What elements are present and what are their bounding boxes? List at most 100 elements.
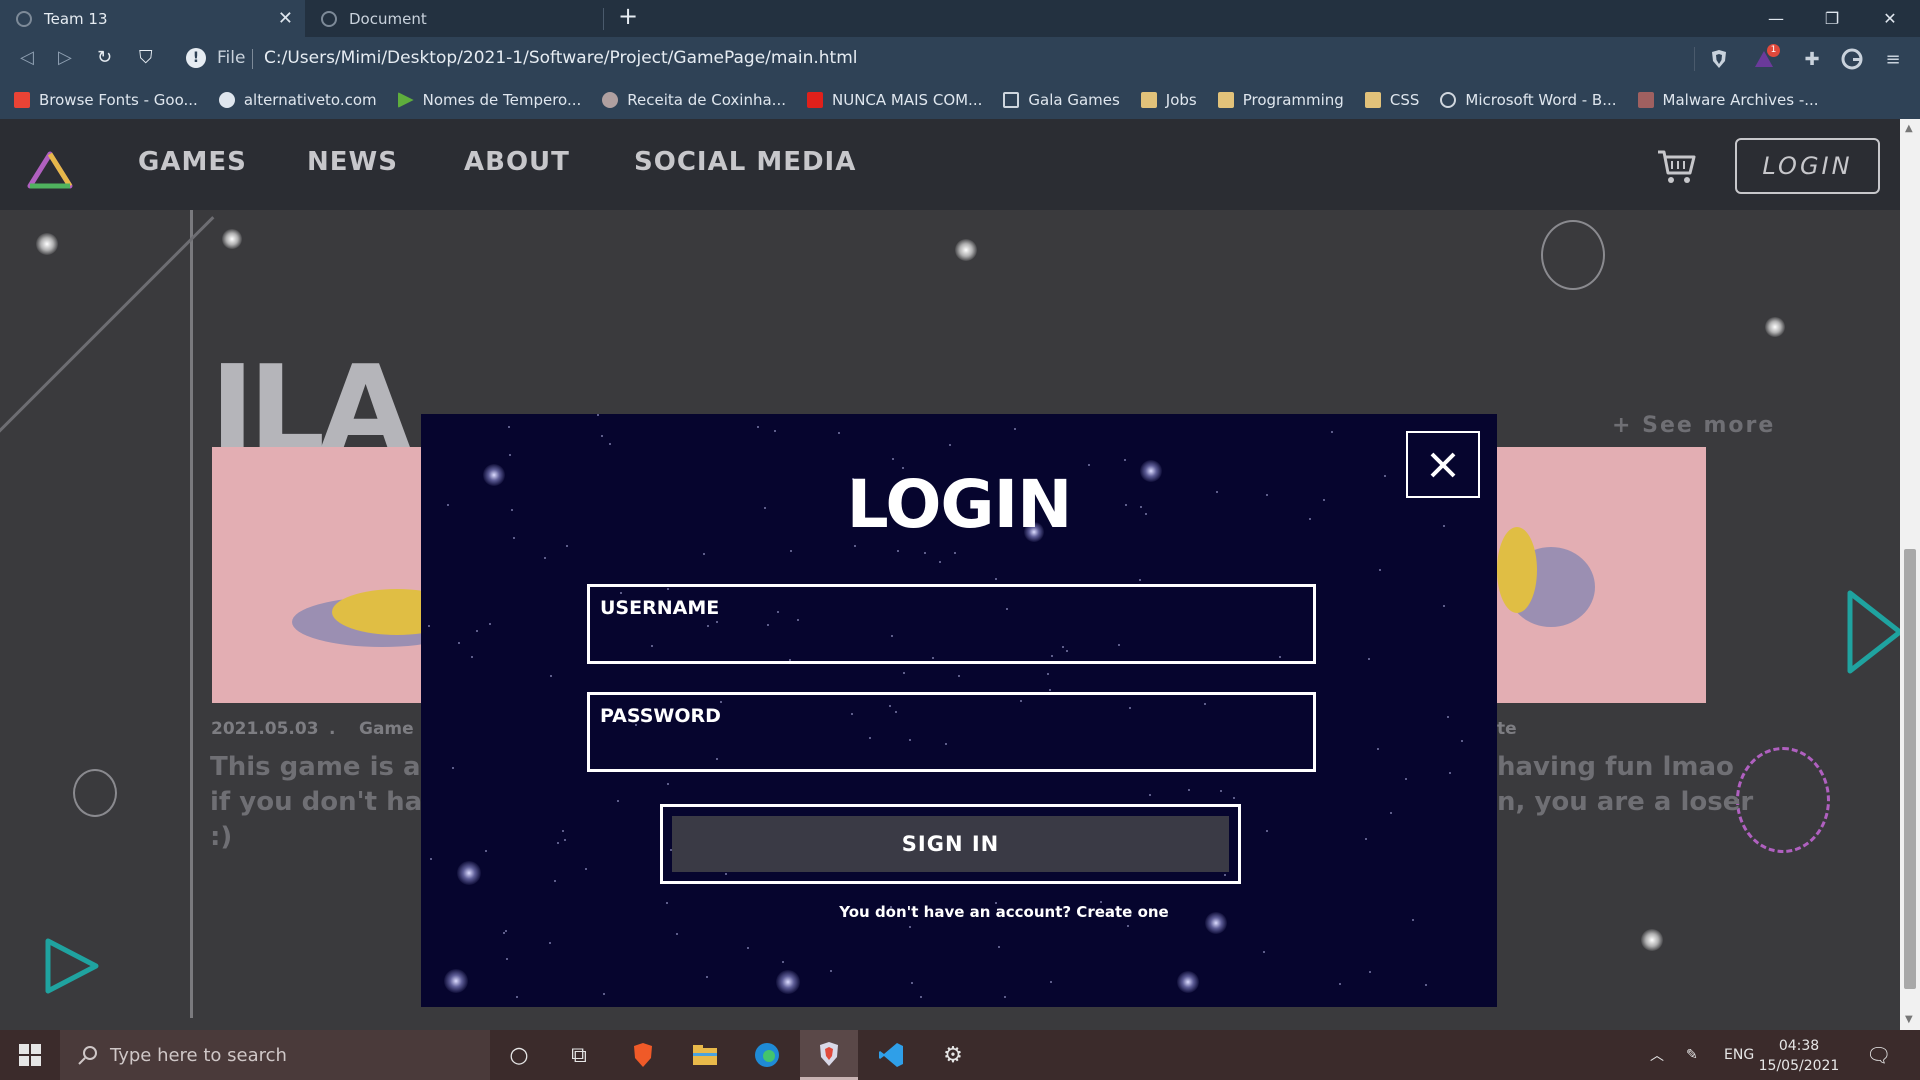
taskbar-search-input[interactable]: Type here to search [60,1030,490,1080]
scrollbar-thumb[interactable] [1904,549,1916,989]
star [830,970,832,972]
star-glow [444,969,468,993]
bookmark-item[interactable]: Microsoft Word - B... [1440,91,1617,109]
file-explorer-icon[interactable] [676,1030,734,1080]
tab-divider [603,8,604,30]
star [1425,984,1427,986]
see-more-link[interactable]: + See more [1612,413,1775,438]
forward-icon[interactable]: ▷ [58,47,72,68]
bookmark-folder[interactable]: CSS [1364,91,1420,109]
divider-line [190,210,193,1018]
news-card-image[interactable] [1497,447,1706,703]
bookmark-item[interactable]: Nomes de Tempero... [397,91,581,109]
star [503,932,505,934]
star [954,552,956,554]
create-account-link[interactable]: You don't have an account? Create one [421,903,1497,921]
notifications-icon[interactable]: 🗨 [1866,1030,1891,1080]
language-indicator[interactable]: ENG [1724,1030,1754,1080]
pen-icon[interactable]: ✎ [1686,1030,1698,1080]
star [998,946,1000,948]
grammarly-icon[interactable] [1839,46,1865,72]
address-input[interactable]: C:/Users/Mimi/Desktop/2021-1/Software/Pr… [264,48,858,68]
star [1124,459,1126,461]
news-card-image[interactable] [212,447,426,703]
bookmark-item[interactable]: Malware Archives -... [1637,91,1819,109]
alternativeto-icon [218,92,235,108]
close-tab-icon[interactable]: ✕ [278,8,293,29]
star [1390,812,1392,814]
bookmark-item[interactable]: alternativeto.com [218,91,377,109]
header-login-button[interactable]: LOGIN [1735,138,1880,194]
star [1220,790,1222,792]
nav-games[interactable]: GAMES [138,147,247,177]
username-field[interactable]: USERNAME [587,584,1316,664]
star [903,672,905,674]
star [1365,838,1367,840]
next-arrow-icon[interactable] [1846,589,1900,675]
bookmark-item[interactable]: Receita de Coxinha... [602,91,786,109]
page-scrollbar[interactable]: ▲ ▼ [1900,119,1920,1030]
windows-start-icon[interactable] [0,1030,60,1080]
excerpt-line: n, you are a loser [1497,787,1754,817]
bookmark-item[interactable]: Gala Games [1003,91,1120,109]
tab-team-13[interactable]: Team 13 ✕ [0,0,305,37]
tab-document[interactable]: Document [305,0,605,37]
scroll-up-icon[interactable]: ▲ [1905,123,1913,134]
sign-in-button[interactable]: SIGN IN [672,816,1229,872]
nav-social-media[interactable]: SOCIAL MEDIA [634,147,856,177]
edge-icon[interactable] [738,1030,796,1080]
nav-about[interactable]: ABOUT [464,147,570,177]
brave-rewards-icon[interactable]: 1 [1751,44,1780,72]
reload-icon[interactable]: ↻ [97,47,112,68]
folder-icon [1364,92,1381,108]
bookmark-folder[interactable]: Programming [1217,91,1344,109]
taskbar-clock[interactable]: 04:38 15/05/2021 [1754,1036,1844,1076]
vscode-icon[interactable] [862,1030,920,1080]
star [838,432,840,434]
settings-gear-icon[interactable]: ⚙ [924,1030,982,1080]
star [428,625,430,627]
site-info-icon[interactable]: ! [186,48,206,68]
star [471,656,473,658]
star [757,426,759,428]
star [854,545,856,547]
star [1233,797,1235,799]
star-glow [457,861,481,885]
star [549,942,551,944]
star [557,842,559,844]
extensions-puzzle-icon[interactable]: ✚ [1799,46,1825,72]
show-hidden-icons[interactable]: ︿ [1650,1030,1664,1080]
browser-tab-strip: Team 13 ✕ Document + — ❐ ✕ [0,0,1920,37]
star [1377,748,1379,750]
sparkle-dot [222,229,242,249]
scroll-down-icon[interactable]: ▼ [1905,1014,1913,1025]
brave-browser-icon[interactable] [614,1030,672,1080]
star [1266,830,1268,832]
nav-news[interactable]: NEWS [307,147,398,177]
new-tab-plus-icon[interactable]: + [618,2,638,30]
site-logo-triangle-icon[interactable] [26,150,74,190]
minimize-icon[interactable]: — [1748,0,1804,37]
news-excerpt[interactable]: having fun lmao n, you are a loser [1497,750,1753,820]
restore-icon[interactable]: ❐ [1804,0,1860,37]
cortana-icon[interactable]: ○ [490,1030,548,1080]
brave-active-window-icon[interactable] [800,1030,858,1080]
bookmarks-bar: Browse Fonts - Goo... alternativeto.com … [0,81,1920,119]
bookmark-label: CSS [1389,91,1420,109]
task-view-icon[interactable]: ⧉ [550,1030,608,1080]
globe-icon [16,10,32,27]
star [505,930,507,932]
brave-shield-icon[interactable] [1706,46,1732,72]
password-field[interactable]: PASSWORD [587,692,1316,772]
bookmark-icon[interactable]: ⛉ [139,47,153,68]
cart-icon[interactable] [1656,149,1696,185]
window-close-icon[interactable]: ✕ [1862,0,1918,37]
menu-icon[interactable]: ≡ [1880,46,1906,72]
bookmark-folder[interactable]: Jobs [1140,91,1197,109]
folder-icon [1140,92,1157,108]
star [667,783,669,785]
back-icon[interactable]: ◁ [20,47,34,68]
folder-icon [1217,92,1234,108]
bookmark-item[interactable]: Browse Fonts - Goo... [14,91,198,109]
bookmark-item[interactable]: NUNCA MAIS COM... [807,91,982,109]
